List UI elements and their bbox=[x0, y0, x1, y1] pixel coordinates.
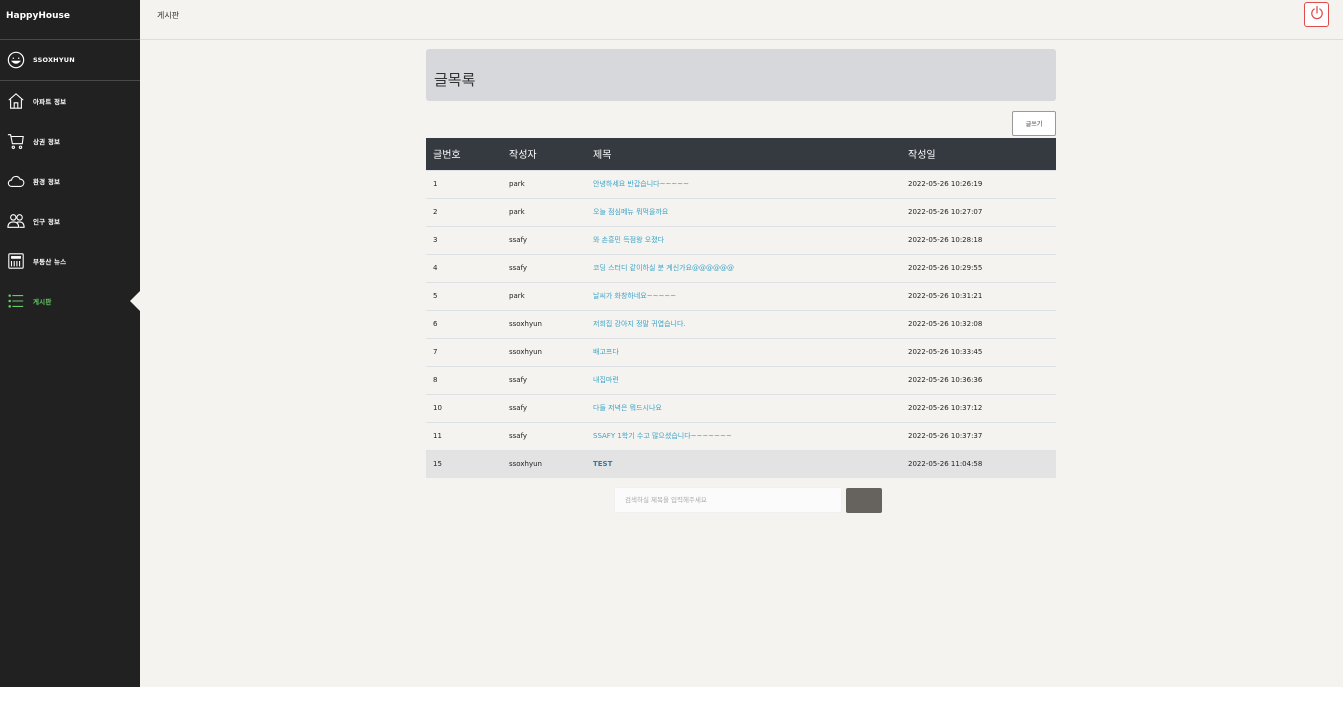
home-icon bbox=[7, 92, 25, 110]
search-input[interactable] bbox=[614, 487, 842, 513]
sidebar-item-news[interactable]: 부동산 뉴스 bbox=[0, 241, 140, 281]
sidebar-item-label: 부동산 뉴스 bbox=[33, 258, 67, 266]
table-row[interactable]: 3 ssafy 와 손흥민 득점왕 오졌다 2022-05-26 10:28:18 bbox=[426, 225, 1056, 254]
post-author: park bbox=[502, 169, 586, 198]
post-title-link[interactable]: SSAFY 1학기 수고 많으셨습니다~~~~~~~ bbox=[586, 421, 901, 450]
post-date: 2022-05-26 10:36:36 bbox=[901, 365, 1056, 394]
post-author: park bbox=[502, 281, 586, 310]
post-date: 2022-05-26 10:33:45 bbox=[901, 337, 1056, 366]
list-icon bbox=[7, 292, 25, 310]
post-author: ssafy bbox=[502, 253, 586, 282]
user-name: SSOXHYUN bbox=[33, 56, 75, 64]
table-row[interactable]: 15 ssoxhyun TEST 2022-05-26 11:04:58 bbox=[426, 449, 1056, 478]
post-date: 2022-05-26 10:26:19 bbox=[901, 169, 1056, 198]
post-title-link[interactable]: 날씨가 화창하네요~~~~~ bbox=[586, 281, 901, 310]
post-number: 4 bbox=[426, 253, 502, 282]
post-date: 2022-05-26 10:29:55 bbox=[901, 253, 1056, 282]
user-profile[interactable]: SSOXHYUN bbox=[0, 40, 140, 81]
post-author: ssafy bbox=[502, 393, 586, 422]
table-row[interactable]: 10 ssafy 다들 저녁은 뭐드시나요 2022-05-26 10:37:12 bbox=[426, 393, 1056, 422]
cloud-icon bbox=[7, 172, 25, 190]
smile-icon bbox=[7, 51, 25, 69]
post-title-link[interactable]: 오늘 점심메뉴 뭐먹을까요 bbox=[586, 197, 901, 226]
post-title-link[interactable]: 다들 저녁은 뭐드시나요 bbox=[586, 393, 901, 422]
table-row[interactable]: 6 ssoxhyun 저희집 강아지 정말 귀엽습니다. 2022-05-26 10:… bbox=[426, 309, 1056, 338]
post-number: 7 bbox=[426, 337, 502, 366]
sidebar-item-label: 게시판 bbox=[33, 298, 52, 306]
post-date: 2022-05-26 11:04:58 bbox=[901, 449, 1056, 478]
power-icon bbox=[1309, 5, 1325, 24]
post-date: 2022-05-26 10:28:18 bbox=[901, 225, 1056, 254]
post-title-link[interactable]: 안녕하세요 반갑습니다~~~~~ bbox=[586, 169, 901, 198]
board-body: 1 park 안녕하세요 반갑습니다~~~~~ 2022-05-26 10:26:19… bbox=[426, 169, 1056, 478]
logout-button[interactable] bbox=[1304, 2, 1329, 27]
column-header-date: 작성일 bbox=[901, 138, 1056, 170]
post-title-link[interactable]: 내집마련 bbox=[586, 365, 901, 394]
sidebar-item-apartment[interactable]: 아파트 정보 bbox=[0, 81, 140, 121]
table-row[interactable]: 11 ssafy SSAFY 1학기 수고 많으셨습니다~~~~~~~ 2022-05… bbox=[426, 421, 1056, 450]
post-title-link[interactable]: TEST bbox=[586, 449, 901, 478]
post-number: 11 bbox=[426, 421, 502, 450]
table-row[interactable]: 7 ssoxhyun 배고프다 2022-05-26 10:33:45 bbox=[426, 337, 1056, 366]
sidebar-item-environment[interactable]: 환경 정보 bbox=[0, 161, 140, 201]
post-author: ssafy bbox=[502, 421, 586, 450]
board-table: 글번호 작성자 제목 작성일 1 park 안녕하세요 반갑습니다~~~~~ 2022… bbox=[426, 138, 1056, 478]
post-title-link[interactable]: 와 손흥민 득점왕 오졌다 bbox=[586, 225, 901, 254]
post-date: 2022-05-26 10:27:07 bbox=[901, 197, 1056, 226]
post-title-link[interactable]: 배고프다 bbox=[586, 337, 901, 366]
sidebar-item-label: 상권 정보 bbox=[33, 138, 61, 146]
post-number: 8 bbox=[426, 365, 502, 394]
active-indicator bbox=[130, 291, 140, 311]
topbar: 게시판 bbox=[140, 0, 1343, 40]
sidebar-item-label: 인구 정보 bbox=[33, 218, 61, 226]
sidebar: HappyHouse SSOXHYUN 아파트 정보 상권 정보 환경 정보 인… bbox=[0, 0, 140, 687]
sidebar-item-label: 환경 정보 bbox=[33, 178, 61, 186]
post-author: ssoxhyun bbox=[502, 337, 586, 366]
newspaper-icon bbox=[7, 252, 25, 270]
post-date: 2022-05-26 10:32:08 bbox=[901, 309, 1056, 338]
post-author: ssoxhyun bbox=[502, 449, 586, 478]
post-number: 3 bbox=[426, 225, 502, 254]
post-number: 2 bbox=[426, 197, 502, 226]
table-row[interactable]: 2 park 오늘 점심메뉴 뭐먹을까요 2022-05-26 10:27:07 bbox=[426, 197, 1056, 226]
write-button[interactable]: 글쓰기 bbox=[1012, 111, 1056, 136]
sidebar-item-population[interactable]: 인구 정보 bbox=[0, 201, 140, 241]
table-row[interactable]: 8 ssafy 내집마련 2022-05-26 10:36:36 bbox=[426, 365, 1056, 394]
post-number: 5 bbox=[426, 281, 502, 310]
brand-logo[interactable]: HappyHouse bbox=[0, 0, 140, 40]
post-author: park bbox=[502, 197, 586, 226]
board-header: 글목록 bbox=[426, 49, 1056, 101]
page-title: 게시판 bbox=[157, 11, 180, 20]
post-date: 2022-05-26 10:31:21 bbox=[901, 281, 1056, 310]
post-number: 1 bbox=[426, 169, 502, 198]
sidebar-item-board[interactable]: 게시판 bbox=[0, 281, 140, 321]
sidebar-item-label: 아파트 정보 bbox=[33, 98, 67, 106]
table-header-row: 글번호 작성자 제목 작성일 bbox=[426, 138, 1056, 170]
post-title-link[interactable]: 코딩 스터디 같이하실 분 계신가요@@@@@@ bbox=[586, 253, 901, 282]
table-row[interactable]: 1 park 안녕하세요 반갑습니다~~~~~ 2022-05-26 10:26:19 bbox=[426, 169, 1056, 198]
post-author: ssafy bbox=[502, 365, 586, 394]
post-author: ssoxhyun bbox=[502, 309, 586, 338]
board-title: 글목록 bbox=[434, 71, 476, 89]
column-header-author: 작성자 bbox=[502, 138, 586, 170]
users-icon bbox=[7, 212, 25, 230]
app: HappyHouse SSOXHYUN 아파트 정보 상권 정보 환경 정보 인… bbox=[0, 0, 1343, 687]
column-header-title: 제목 bbox=[586, 138, 901, 170]
post-number: 6 bbox=[426, 309, 502, 338]
cart-icon bbox=[7, 132, 25, 150]
post-number: 10 bbox=[426, 393, 502, 422]
search-button[interactable] bbox=[846, 488, 882, 513]
post-date: 2022-05-26 10:37:37 bbox=[901, 421, 1056, 450]
column-header-no: 글번호 bbox=[426, 138, 502, 170]
post-author: ssafy bbox=[502, 225, 586, 254]
post-title-link[interactable]: 저희집 강아지 정말 귀엽습니다. bbox=[586, 309, 901, 338]
sidebar-item-commerce[interactable]: 상권 정보 bbox=[0, 121, 140, 161]
table-row[interactable]: 4 ssafy 코딩 스터디 같이하실 분 계신가요@@@@@@ 2022-05-26… bbox=[426, 253, 1056, 282]
post-number: 15 bbox=[426, 449, 502, 478]
post-date: 2022-05-26 10:37:12 bbox=[901, 393, 1056, 422]
table-row[interactable]: 5 park 날씨가 화창하네요~~~~~ 2022-05-26 10:31:21 bbox=[426, 281, 1056, 310]
